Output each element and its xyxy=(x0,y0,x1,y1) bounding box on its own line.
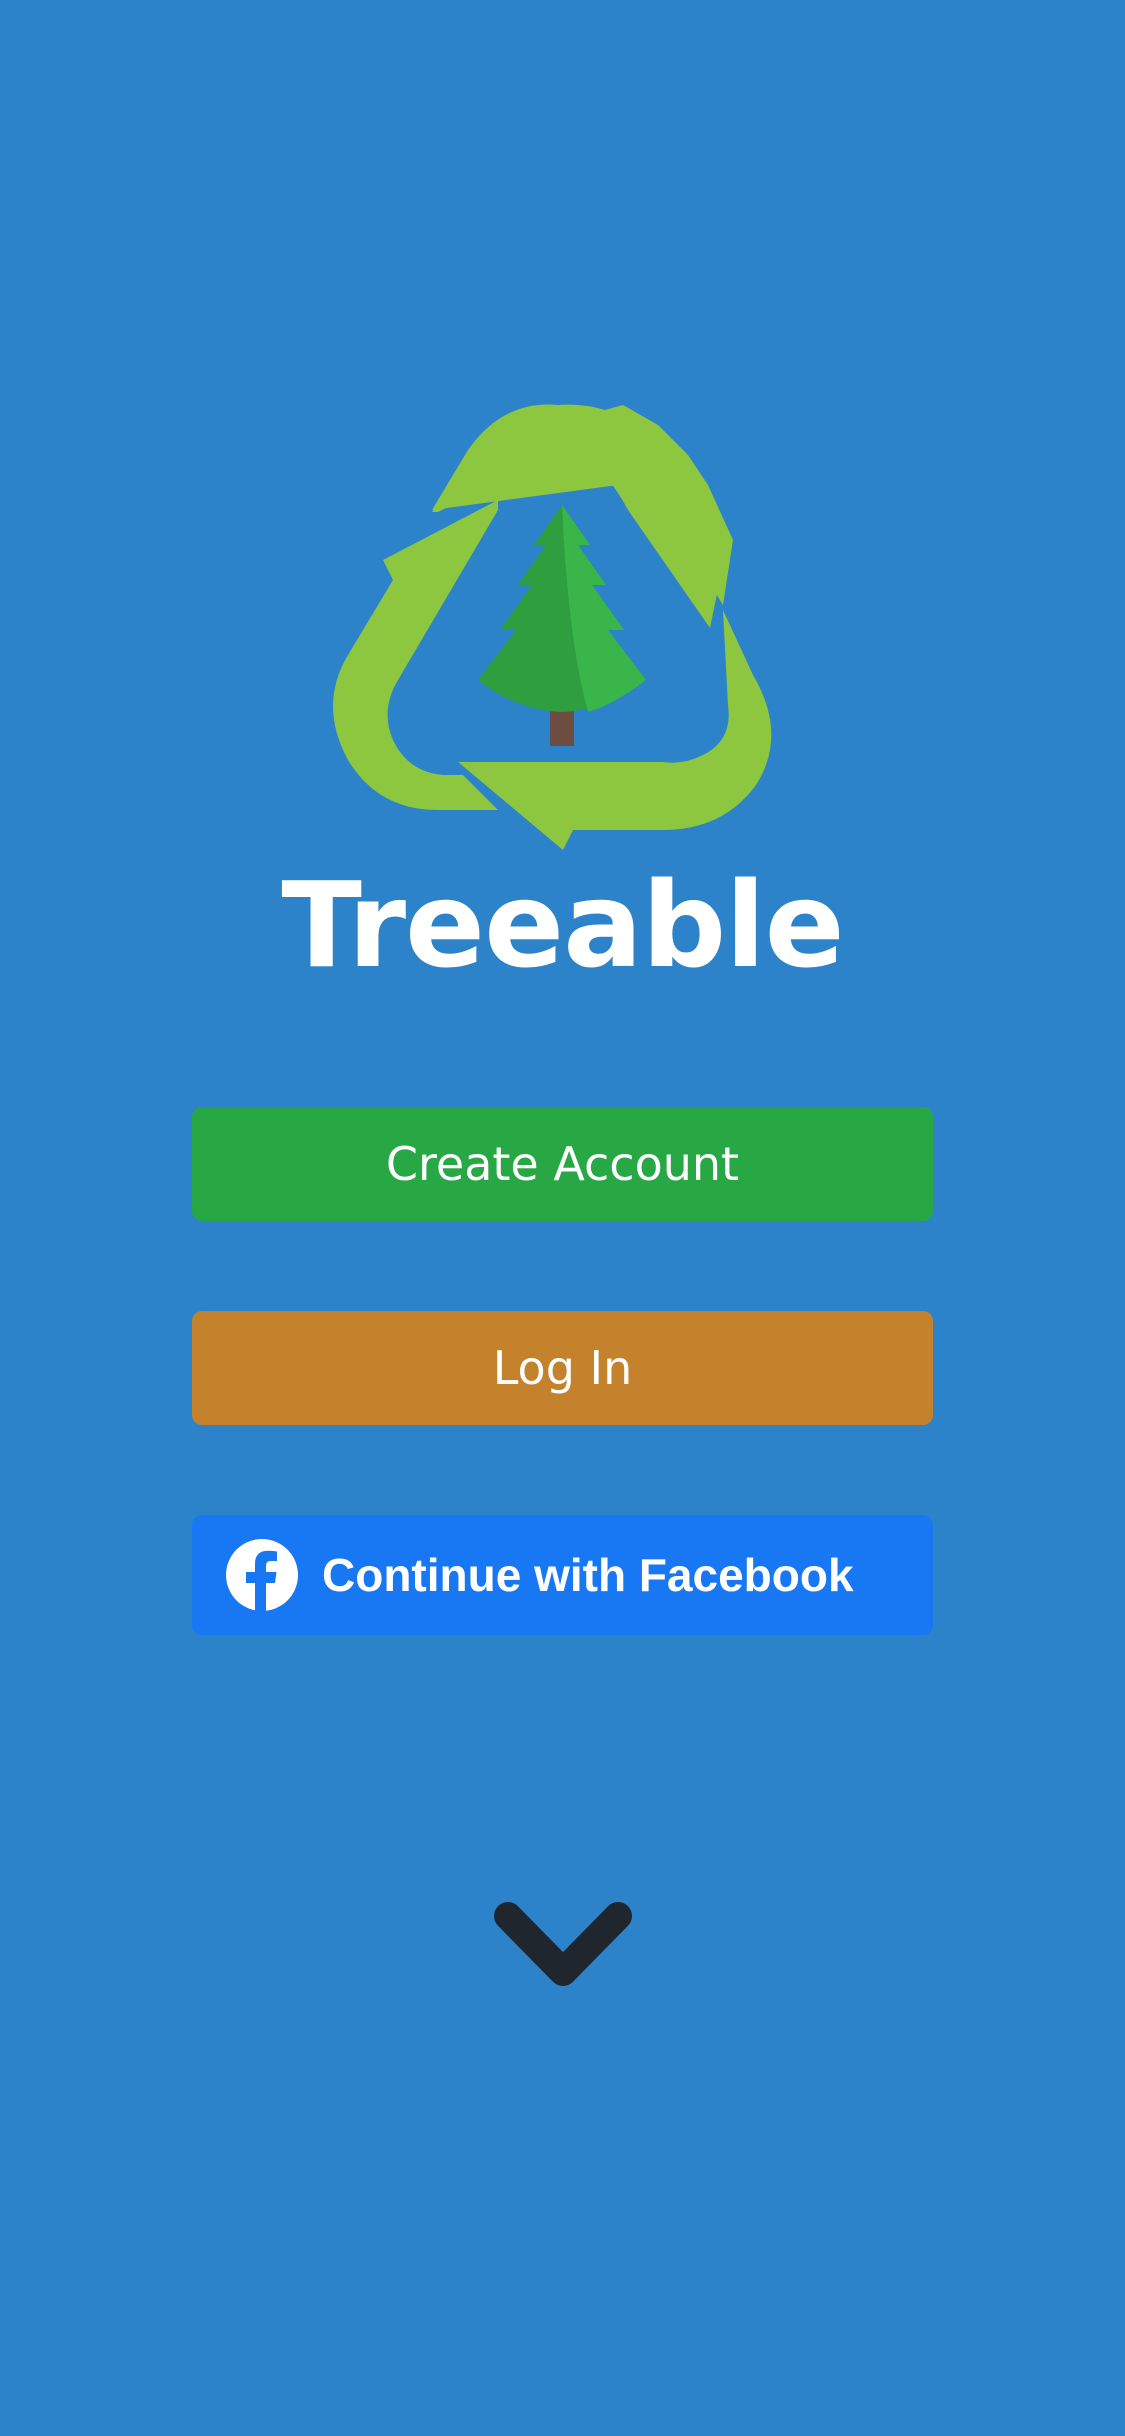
continue-with-facebook-button[interactable]: Continue with Facebook xyxy=(192,1515,933,1635)
login-button[interactable]: Log In xyxy=(192,1311,933,1425)
recycle-tree-logo-icon xyxy=(333,404,772,850)
app-title: Treeable xyxy=(281,856,844,994)
create-account-button[interactable]: Create Account xyxy=(192,1107,933,1221)
facebook-icon xyxy=(226,1539,298,1611)
facebook-button-label: Continue with Facebook xyxy=(322,1549,854,1601)
chevron-down-icon[interactable] xyxy=(492,1900,634,2000)
